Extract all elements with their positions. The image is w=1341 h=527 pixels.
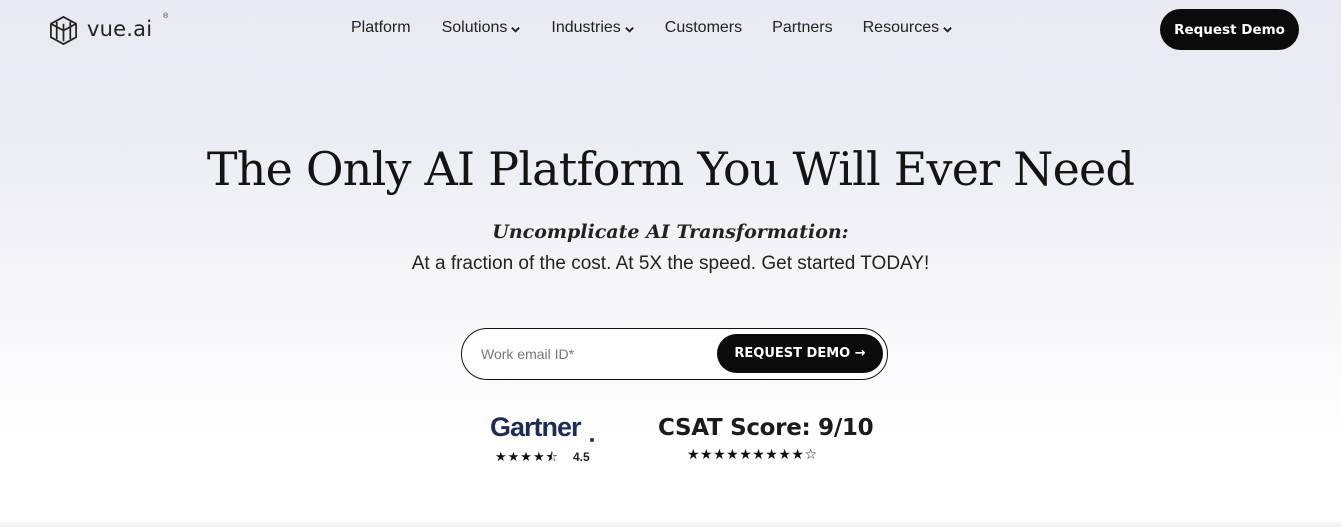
star-rating-icon: ★★★★⯪ (495, 450, 559, 465)
csat-score: CSAT Score: 9/10 ★★★★★★★★★☆ (658, 415, 874, 467)
nav-item-partners[interactable]: Partners (772, 19, 832, 37)
hero-title: The Only AI Platform You Will Ever Need (206, 142, 1135, 196)
demo-request-form: REQUEST DEMO → (461, 328, 888, 380)
nav-item-label: Customers (664, 19, 743, 36)
nav-item-solutions[interactable]: Solutions (442, 19, 522, 37)
chevron-down-icon (943, 26, 952, 33)
nav-item-customers[interactable]: Customers (665, 19, 742, 37)
nav-item-label: Partners (772, 19, 833, 36)
gartner-score: 4.5 (573, 450, 590, 464)
request-demo-submit-button[interactable]: REQUEST DEMO → (717, 334, 883, 373)
registered-mark: ® (163, 13, 169, 20)
hero-subtitle-emphasis: Uncomplicate AI Transformation: (492, 221, 849, 243)
csat-label: CSAT Score: 9/10 (658, 415, 874, 441)
chevron-down-icon (511, 26, 521, 33)
nav-item-label: Platform (351, 19, 411, 36)
star-rating-icon: ★★★★★★★★★☆ (687, 447, 818, 463)
nav-item-industries[interactable]: Industries (551, 19, 634, 37)
vue-ai-logo-icon (50, 15, 77, 45)
nav-item-resources[interactable]: Resources (863, 19, 953, 37)
gartner-logo: Gartner (490, 412, 582, 442)
top-navigation: vue.ai ® Platform Solutions Industries C… (0, 0, 1341, 58)
gartner-logo-dot (590, 438, 594, 442)
main-menu: Platform Solutions Industries Customers … (351, 19, 953, 37)
brand-logo[interactable]: vue.ai ® (48, 13, 168, 46)
gartner-rating[interactable]: Gartner ★★★★⯪ 4.5 (490, 410, 596, 466)
request-demo-button[interactable]: Request Demo (1160, 9, 1299, 50)
chevron-down-icon (624, 26, 634, 33)
nav-item-label: Industries (551, 19, 621, 36)
nav-item-platform[interactable]: Platform (351, 19, 411, 37)
nav-item-label: Solutions (441, 19, 508, 36)
work-email-input[interactable] (481, 342, 711, 366)
section-divider (0, 521, 1341, 527)
brand-name: vue.ai (87, 17, 153, 41)
nav-item-label: Resources (862, 19, 940, 36)
hero-subtitle: At a fraction of the cost. At 5X the spe… (411, 253, 930, 274)
